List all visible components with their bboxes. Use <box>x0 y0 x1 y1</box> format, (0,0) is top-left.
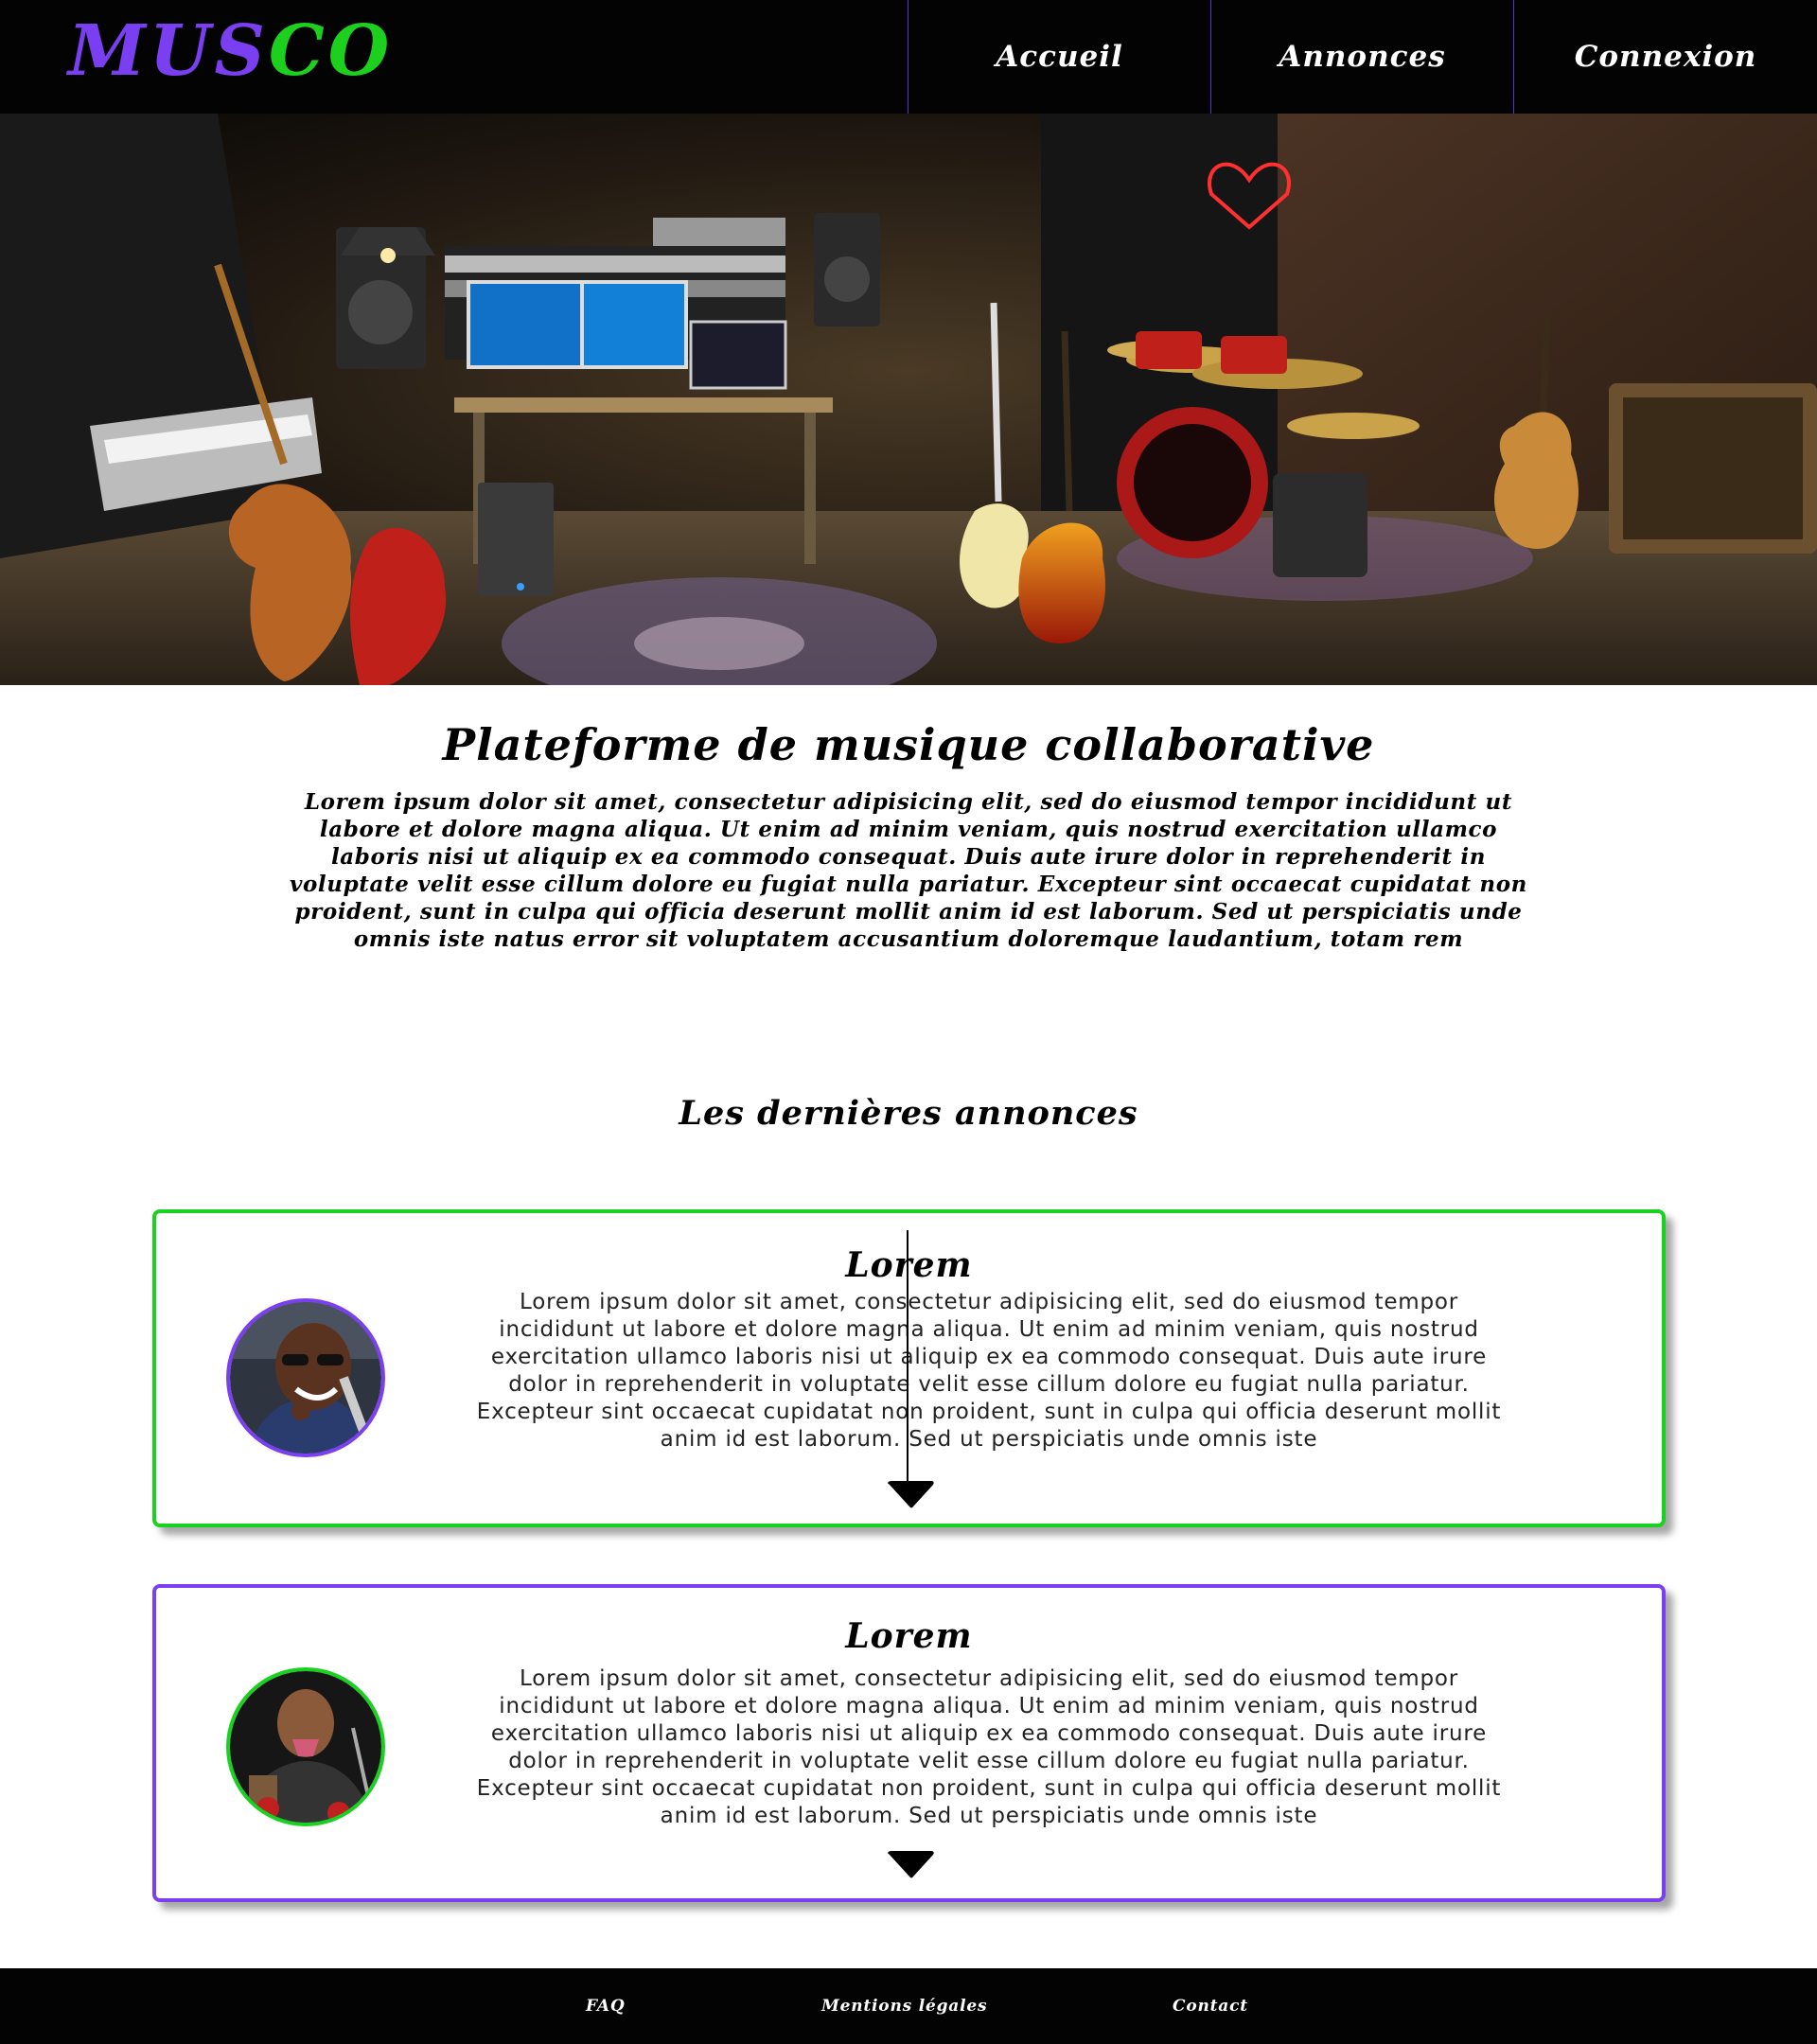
site-footer: FAQ Mentions légales Contact <box>0 1968 1817 2044</box>
footer-link-faq[interactable]: FAQ <box>586 1968 625 2044</box>
announcement-text: Lorem ipsum dolor sit amet, consectetur … <box>476 1290 1502 1452</box>
logo-part-co: CO <box>268 10 394 92</box>
nav-annonces[interactable]: Annonces <box>1210 0 1513 114</box>
announcement-card[interactable]: Lorem Lorem ipsum dolor sit amet, consec… <box>152 1584 1666 1902</box>
intro-title: Plateforme de musique collaborative <box>442 719 1375 770</box>
announcement-card[interactable]: Lorem Lorem ipsum dolor sit amet, consec… <box>152 1209 1666 1527</box>
chevron-down-icon[interactable] <box>888 1481 935 1509</box>
chevron-down-icon[interactable] <box>888 1851 935 1879</box>
announcement-title: Lorem <box>845 1616 973 1656</box>
hero-studio-image <box>0 114 1817 685</box>
announcement-title: Lorem <box>845 1245 973 1285</box>
nav-accueil[interactable]: Accueil <box>908 0 1210 114</box>
main-nav: Accueil Annonces Connexion <box>908 0 1817 114</box>
nav-connexion[interactable]: Connexion <box>1513 0 1817 114</box>
footer-link-mentions-legales[interactable]: Mentions légales <box>821 1968 987 2044</box>
announcement-avatar <box>226 1667 385 1826</box>
announcements-title: Les dernières annonces <box>679 1094 1138 1133</box>
intro-text: Lorem ipsum dolor sit amet, consectetur … <box>290 789 1527 952</box>
divider-line <box>907 1230 908 1500</box>
site-header: MUSCO Accueil Annonces Connexion <box>0 0 1817 114</box>
site-logo[interactable]: MUSCO <box>68 13 393 89</box>
logo-part-mus: MUS <box>68 10 269 92</box>
footer-link-contact[interactable]: Contact <box>1173 1968 1248 2044</box>
announcement-avatar <box>226 1298 385 1457</box>
announcement-text: Lorem ipsum dolor sit amet, consectetur … <box>476 1666 1502 1828</box>
